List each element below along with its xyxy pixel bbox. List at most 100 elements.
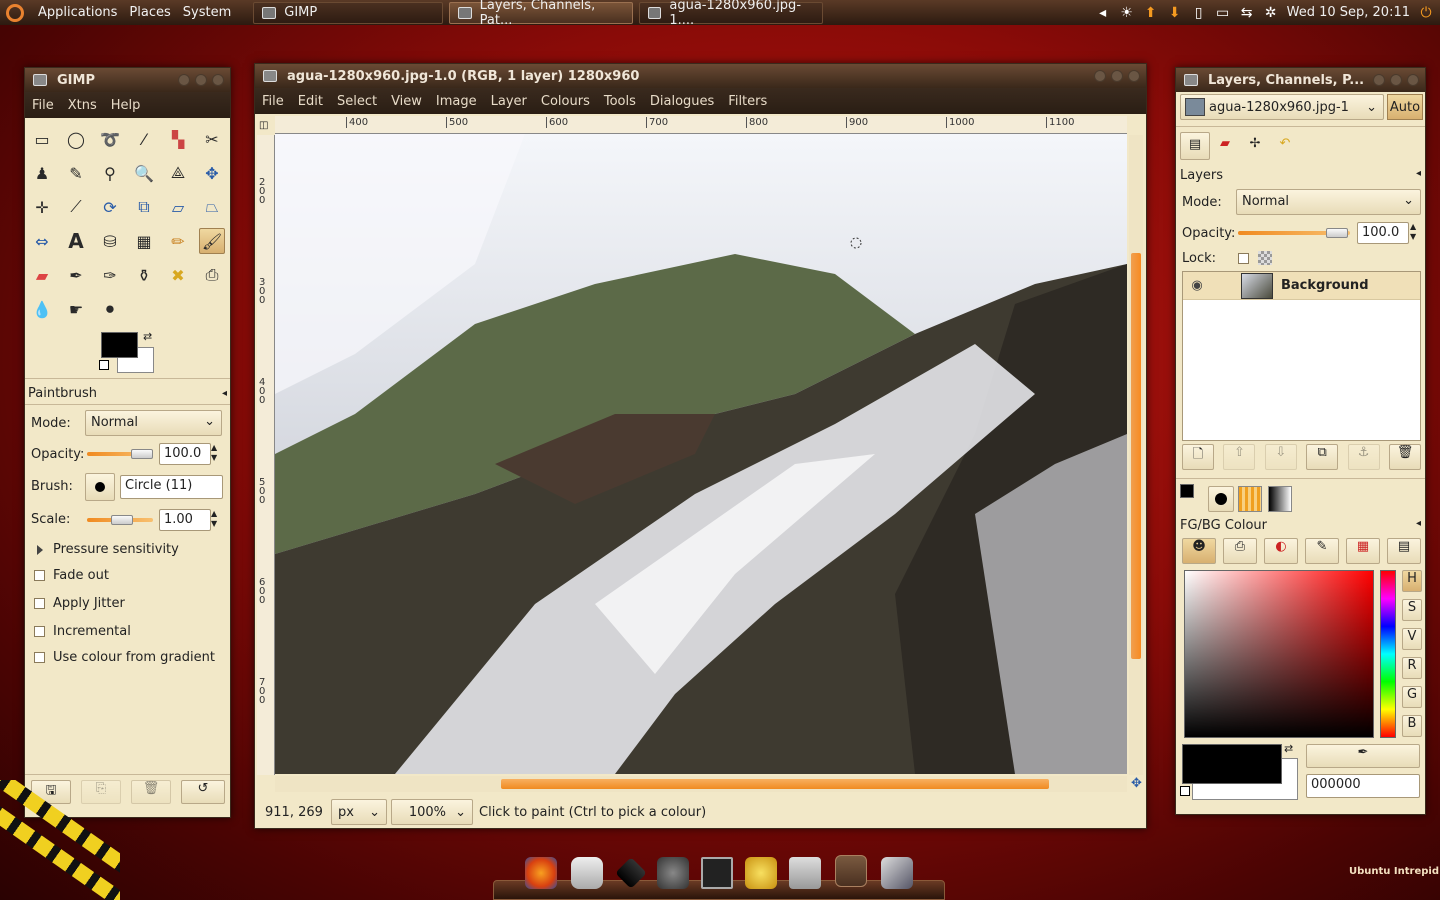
- unit-dropdown[interactable]: px ⌄: [331, 799, 387, 825]
- lower-layer-button[interactable]: ⇩: [1264, 444, 1297, 470]
- download-arrow-icon[interactable]: ⬇: [1167, 5, 1183, 21]
- raise-layer-button[interactable]: ⇧: [1223, 444, 1256, 470]
- terminal-icon[interactable]: [701, 857, 733, 889]
- layer-row-background[interactable]: ◉ Background: [1183, 272, 1420, 300]
- blur-icon[interactable]: 💧: [29, 296, 55, 322]
- window-icon[interactable]: [789, 857, 821, 889]
- menu-places[interactable]: Places: [123, 5, 176, 20]
- vertical-scroll-thumb[interactable]: [1131, 253, 1141, 659]
- rect-select-icon[interactable]: ▭: [29, 126, 55, 152]
- rotate-icon[interactable]: ⟳: [97, 194, 123, 220]
- duplicate-layer-button[interactable]: ⧉: [1306, 444, 1339, 470]
- bucket-fill-icon[interactable]: ⛁: [97, 228, 123, 254]
- ubuntu-logo-icon[interactable]: [6, 3, 24, 22]
- display-icon[interactable]: ▭: [1215, 5, 1231, 21]
- clock[interactable]: Wed 10 Sep, 20:11: [1287, 5, 1410, 20]
- colour-square[interactable]: [1184, 570, 1374, 738]
- gear-icon[interactable]: ✲: [1263, 5, 1279, 21]
- panel-menu-icon[interactable]: ◂: [1416, 518, 1421, 533]
- channel-r-toggle[interactable]: R: [1402, 657, 1422, 679]
- tab-brushes[interactable]: [1208, 486, 1234, 512]
- navigate-icon[interactable]: ✥: [1131, 776, 1142, 791]
- anchor-layer-button[interactable]: ⚓: [1347, 444, 1380, 470]
- tab-undo[interactable]: ↶: [1270, 132, 1300, 160]
- blend-icon[interactable]: ▦: [131, 228, 157, 254]
- checkbox[interactable]: [34, 598, 45, 609]
- gimp-dock-icon[interactable]: [657, 857, 689, 889]
- task-layers[interactable]: Layers, Channels, Pat...: [449, 0, 634, 28]
- speaker-icon[interactable]: [571, 857, 603, 889]
- channel-b-toggle[interactable]: B: [1402, 715, 1422, 737]
- task-image[interactable]: agua-1280x960.jpg-1....: [639, 0, 824, 28]
- close-button[interactable]: [212, 74, 224, 86]
- menu-file[interactable]: File: [25, 98, 61, 113]
- scissors-icon[interactable]: ✂: [199, 126, 225, 152]
- menu-select[interactable]: Select: [330, 94, 384, 109]
- color-select-icon[interactable]: ▚: [165, 126, 191, 152]
- maximize-button[interactable]: [1390, 74, 1402, 86]
- move-icon[interactable]: ✥: [199, 160, 225, 186]
- menu-help[interactable]: Help: [104, 98, 148, 113]
- tab-layers[interactable]: ▤: [1180, 132, 1210, 160]
- default-colors-icon[interactable]: [1180, 786, 1190, 796]
- opacity-field[interactable]: 100.0: [159, 443, 211, 465]
- new-layer-button[interactable]: 🗋: [1182, 444, 1214, 470]
- menu-filters[interactable]: Filters: [721, 94, 774, 109]
- color-picker-icon[interactable]: ⚲: [97, 160, 123, 186]
- opacity-spinner[interactable]: ▲ ▼: [211, 443, 217, 463]
- scale-field[interactable]: 1.00: [159, 509, 211, 531]
- menu-applications[interactable]: Applications: [32, 5, 123, 20]
- image-select-dropdown[interactable]: agua-1280x960.jpg-1 ⌄: [1180, 94, 1384, 120]
- palette-selector-tab[interactable]: ▤: [1387, 538, 1421, 564]
- volume-icon[interactable]: ◂: [1095, 5, 1111, 21]
- free-select-icon[interactable]: ➰: [97, 126, 123, 152]
- fade-out-checkbox[interactable]: Fade out: [34, 568, 109, 583]
- paintbrush-icon[interactable]: 🖌: [199, 228, 225, 254]
- channel-v-toggle[interactable]: V: [1402, 628, 1422, 650]
- apply-jitter-checkbox[interactable]: Apply Jitter: [34, 596, 125, 611]
- panel-menu-icon[interactable]: ◂: [222, 388, 227, 399]
- layer-opacity-knob[interactable]: [1326, 228, 1348, 238]
- tab-fgbg-colour[interactable]: [1180, 484, 1194, 498]
- menu-edit[interactable]: Edit: [291, 94, 330, 109]
- image-canvas[interactable]: [275, 134, 1127, 774]
- hue-strip[interactable]: [1380, 570, 1396, 738]
- channel-h-toggle[interactable]: H: [1402, 570, 1422, 592]
- pencil-icon[interactable]: ✏: [165, 228, 191, 254]
- channel-g-toggle[interactable]: G: [1402, 686, 1422, 708]
- minimize-button[interactable]: [1373, 74, 1385, 86]
- perspective-icon[interactable]: ⏢: [199, 194, 225, 220]
- smudge-icon[interactable]: ☛: [63, 296, 89, 322]
- flip-icon[interactable]: ⇔: [29, 228, 55, 254]
- menu-xtns[interactable]: Xtns: [61, 98, 104, 113]
- maximize-button[interactable]: [195, 74, 207, 86]
- pressure-expander[interactable]: Pressure sensitivity: [37, 542, 179, 557]
- battery-icon[interactable]: ▯: [1191, 5, 1207, 21]
- menu-dialogues[interactable]: Dialogues: [643, 94, 721, 109]
- crop-icon[interactable]: ⟋: [63, 194, 89, 220]
- layer-name[interactable]: Background: [1281, 278, 1369, 293]
- paths-icon[interactable]: ✎: [63, 160, 89, 186]
- opacity-slider-knob[interactable]: [131, 449, 153, 459]
- upload-arrow-icon[interactable]: ⬆: [1143, 5, 1159, 21]
- panel-menu-icon[interactable]: ◂: [1416, 168, 1421, 183]
- vertical-scrollbar[interactable]: [1129, 135, 1143, 775]
- reset-options-button[interactable]: ↺: [181, 780, 225, 804]
- foreground-select-icon[interactable]: ♟: [29, 160, 55, 186]
- tab-paths[interactable]: ✢: [1240, 132, 1270, 160]
- menu-layer[interactable]: Layer: [484, 94, 534, 109]
- gradient-checkbox[interactable]: Use colour from gradient: [34, 650, 215, 665]
- minimize-button[interactable]: [1094, 70, 1106, 82]
- zoom-icon[interactable]: 🔍: [131, 160, 157, 186]
- incremental-checkbox[interactable]: Incremental: [34, 624, 131, 639]
- scales-selector-tab[interactable]: ▦: [1346, 538, 1380, 564]
- hex-field[interactable]: 000000: [1306, 774, 1420, 798]
- wheel-selector-tab[interactable]: ◐: [1264, 538, 1298, 564]
- checkbox[interactable]: [34, 626, 45, 637]
- delete-options-button[interactable]: 🗑: [131, 780, 171, 804]
- image-titlebar[interactable]: agua-1280x960.jpg-1.0 (RGB, 1 layer) 128…: [255, 64, 1146, 88]
- menu-tools[interactable]: Tools: [597, 94, 643, 109]
- task-gimp[interactable]: GIMP: [253, 1, 444, 24]
- layer-opacity-spinner[interactable]: ▲ ▼: [1410, 222, 1416, 242]
- fg-colour-preview[interactable]: [1182, 744, 1282, 784]
